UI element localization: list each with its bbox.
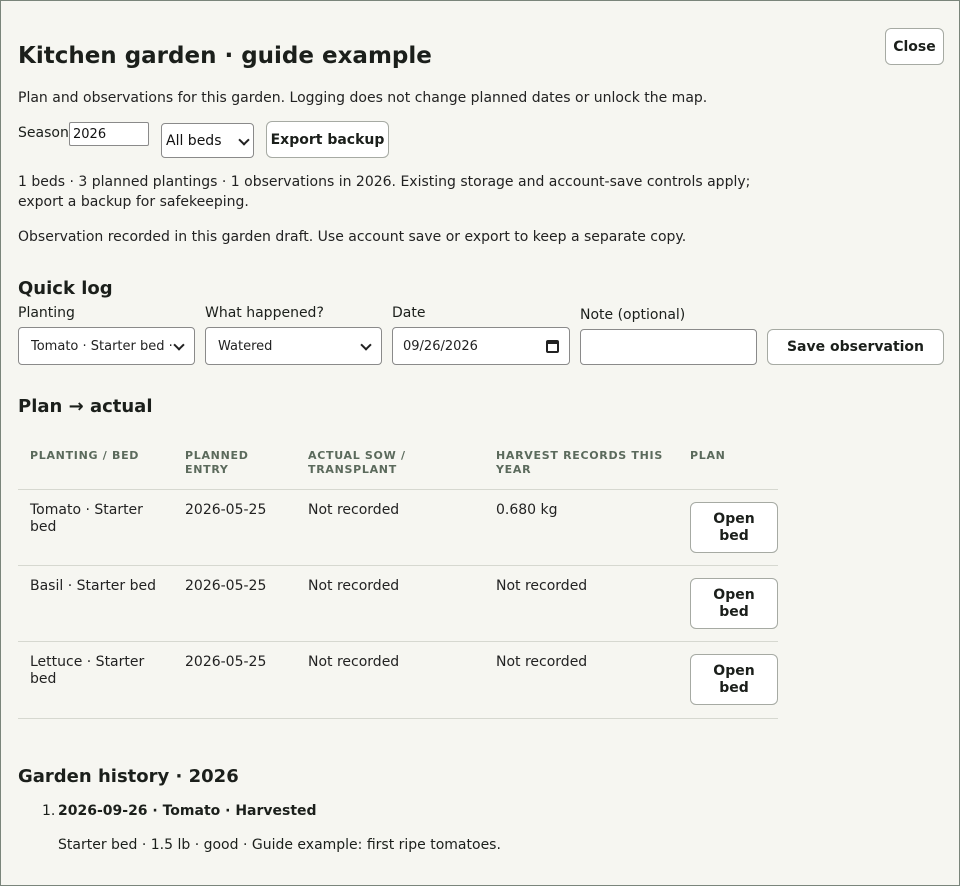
- season-input[interactable]: [69, 122, 149, 146]
- column-header: HARVEST RECORDS THIS YEAR: [496, 449, 663, 476]
- history-heading: Garden history · 2026: [18, 766, 239, 787]
- planting-cell: Basil · Starter bed: [30, 578, 157, 594]
- chevron-down-icon: [174, 341, 184, 351]
- column-header: ACTUAL SOW / TRANSPLANT: [308, 449, 406, 476]
- history-item-number: 1.: [42, 803, 56, 819]
- dialog-title: Kitchen garden · guide example: [18, 43, 432, 69]
- date-label: Date: [392, 305, 426, 321]
- harvest-cell: 0.680 kg: [496, 502, 558, 518]
- row-divider: [18, 641, 778, 642]
- quick-log-heading: Quick log: [18, 278, 113, 299]
- open-bed-button[interactable]: Open bed: [690, 578, 778, 629]
- planned-cell: 2026-05-25: [185, 502, 267, 518]
- status-message: Observation recorded in this garden draf…: [18, 229, 687, 245]
- planting-cell: Lettuce · Starter bed: [30, 654, 145, 687]
- intro-text: Plan and observations for this garden. L…: [18, 90, 708, 106]
- actual-cell: Not recorded: [308, 654, 400, 670]
- note-input[interactable]: [580, 329, 757, 365]
- column-header: PLAN: [690, 449, 726, 462]
- close-button[interactable]: Close: [885, 28, 944, 65]
- planting-select-value: Tomato · Starter bed ·: [31, 338, 173, 354]
- column-header: PLANTING / BED: [30, 449, 140, 462]
- history-item-title: 2026-09-26 · Tomato · Harvested: [58, 803, 317, 819]
- planting-cell: Tomato · Starter bed: [30, 502, 143, 535]
- planned-cell: 2026-05-25: [185, 654, 267, 670]
- beds-select[interactable]: All beds: [161, 123, 254, 158]
- note-label: Note (optional): [580, 307, 686, 323]
- actual-cell: Not recorded: [308, 502, 400, 518]
- planting-select[interactable]: Tomato · Starter bed ·: [18, 327, 195, 365]
- calendar-icon[interactable]: [546, 339, 559, 353]
- export-backup-button[interactable]: Export backup: [266, 121, 389, 158]
- what-happened-select[interactable]: Watered: [205, 327, 382, 365]
- harvest-cell: Not recorded: [496, 578, 588, 594]
- chevron-down-icon: [361, 341, 371, 351]
- row-divider: [18, 489, 778, 490]
- row-divider: [18, 718, 778, 719]
- history-item-detail: Starter bed · 1.5 lb · good · Guide exam…: [58, 837, 501, 853]
- garden-dialog: Close Kitchen garden · guide example Pla…: [0, 0, 960, 886]
- season-label: Season: [18, 125, 69, 141]
- date-input[interactable]: 09/26/2026: [392, 327, 570, 365]
- chevron-down-icon: [239, 136, 249, 146]
- what-happened-label: What happened?: [205, 305, 324, 321]
- column-header: PLANNED ENTRY: [185, 449, 249, 476]
- planting-label: Planting: [18, 305, 75, 321]
- planned-cell: 2026-05-25: [185, 578, 267, 594]
- open-bed-button[interactable]: Open bed: [690, 502, 778, 553]
- what-happened-value: Watered: [218, 338, 273, 354]
- save-observation-button[interactable]: Save observation: [767, 329, 944, 365]
- actual-cell: Not recorded: [308, 578, 400, 594]
- harvest-cell: Not recorded: [496, 654, 588, 670]
- open-bed-button[interactable]: Open bed: [690, 654, 778, 705]
- summary-text: 1 beds · 3 planned plantings · 1 observa…: [18, 174, 751, 210]
- row-divider: [18, 565, 778, 566]
- beds-select-value: All beds: [166, 132, 222, 149]
- plan-actual-heading: Plan → actual: [18, 396, 153, 417]
- date-input-value: 09/26/2026: [403, 338, 478, 354]
